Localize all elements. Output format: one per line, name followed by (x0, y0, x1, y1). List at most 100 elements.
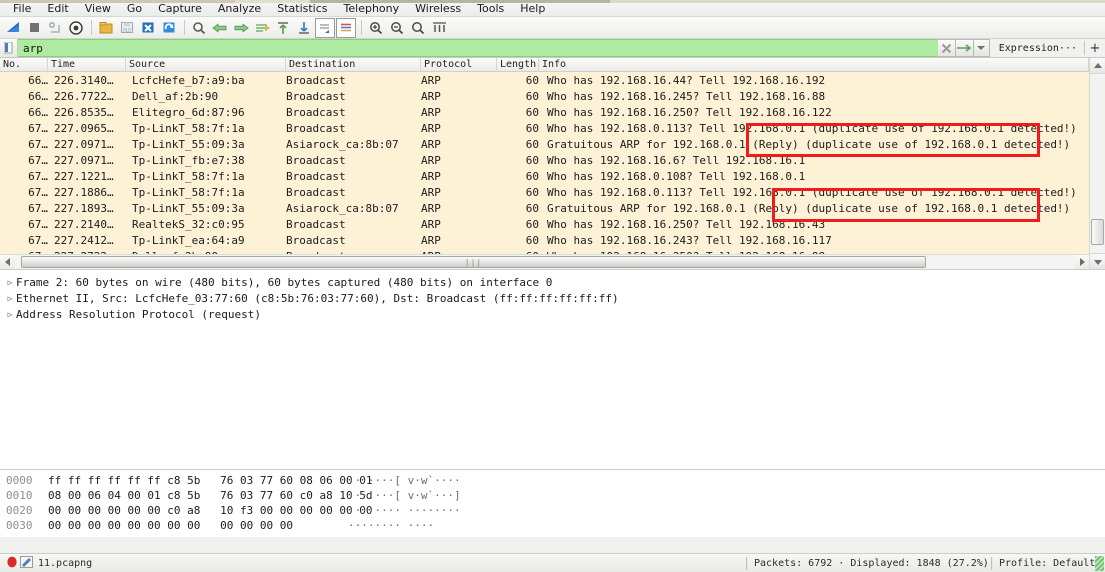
go-last-packet-icon[interactable] (294, 18, 314, 38)
statusbar-divider-2 (991, 556, 993, 570)
clear-filter-icon[interactable] (937, 39, 956, 57)
packet-cell-protocol: ARP (421, 105, 441, 119)
table-row[interactable]: 66… 226.3140… LcfcHefe_b7:a9:ba Broadcast AR… (0, 72, 1089, 88)
column-header-no[interactable]: No. (0, 58, 48, 71)
hex-offset: 0010 (6, 489, 33, 502)
zoom-reset-icon[interactable] (408, 18, 428, 38)
column-header-time[interactable]: Time (48, 58, 126, 71)
scroll-right-arrow-icon[interactable] (1074, 255, 1089, 269)
hex-dump-line[interactable]: 0010 08 00 06 04 00 01 c8 5b 76 03 77 60 … (0, 488, 1105, 503)
packet-cell-info: Who has 192.168.0.108? Tell 192.168.0.1 (547, 169, 806, 183)
close-file-icon[interactable] (138, 18, 158, 38)
save-file-icon[interactable]: OLD (117, 18, 137, 38)
window-resize-grip[interactable] (1095, 556, 1104, 571)
packet-cell-info: Who has 192.168.16.245? Tell 192.168.16.… (547, 89, 826, 103)
column-header-protocol[interactable]: Protocol (421, 58, 497, 71)
table-row[interactable]: 67…227.2722…Dell_af:2b:90BroadcastARP60W… (0, 248, 1089, 254)
capture-options-icon[interactable] (66, 18, 86, 38)
packet-list-horizontal-scrollbar[interactable]: ||| (0, 254, 1089, 269)
open-file-icon[interactable] (96, 18, 116, 38)
column-header-length[interactable]: Length (497, 58, 539, 71)
packet-cell-source: Dell_af:2b:90 (132, 89, 219, 103)
hex-dump-line[interactable]: 0030 00 00 00 00 00 00 00 00 00 00 00 00 ·… (0, 518, 1105, 533)
vscroll-thumb[interactable] (1091, 219, 1104, 245)
expand-triangle-icon[interactable]: ▷ (4, 294, 16, 303)
table-row[interactable]: 67… 227.1886… Tp-LinkT_58:7f:1a Broadcast AR… (0, 184, 1089, 200)
packet-cell-info: Who has 192.168.0.113? Tell 192.168.0.1 … (547, 121, 1077, 135)
table-row[interactable]: 67… 227.0965… Tp-LinkT_58:7f:1a Broadcast AR… (0, 120, 1089, 136)
packet-list-column-headers: No. Time Source Destination Protocol Len… (0, 58, 1089, 72)
hscroll-track[interactable]: ||| (15, 255, 1074, 269)
table-row[interactable]: 67… 227.0971… Tp-LinkT_55:09:3a Asiarock_ca… (0, 136, 1089, 152)
column-header-destination[interactable]: Destination (286, 58, 421, 71)
display-filter-input[interactable] (18, 40, 938, 56)
go-to-packet-icon[interactable] (252, 18, 272, 38)
auto-scroll-icon[interactable] (315, 17, 335, 38)
table-row[interactable]: 67… 227.2140… RealtekS_32:c0:95 Broadcast AR… (0, 216, 1089, 232)
hex-ascii: ········ ········ (348, 504, 461, 517)
toolbar-separator-2 (184, 20, 185, 35)
detail-row-frame[interactable]: ▷ Frame 2: 60 bytes on wire (480 bits), … (4, 274, 1105, 290)
scroll-up-arrow-icon[interactable] (1090, 58, 1105, 74)
table-row[interactable]: 66… 226.7722… Dell_af:2b:90 Broadcast ARP 60 W… (0, 88, 1089, 104)
packet-cell-info: Who has 192.168.16.243? Tell 192.168.16.… (547, 233, 832, 247)
restart-capture-icon[interactable] (45, 18, 65, 38)
go-back-icon[interactable] (210, 18, 230, 38)
packet-cell-destination: Broadcast (286, 250, 421, 255)
packet-cell-protocol: ARP (421, 217, 441, 231)
packet-cell-time: 227.2412… (54, 233, 114, 247)
expand-triangle-icon[interactable]: ▷ (4, 310, 16, 319)
zoom-out-icon[interactable] (387, 18, 407, 38)
table-row[interactable]: 67… 227.1893… Tp-LinkT_55:09:3a Asiarock_ca… (0, 200, 1089, 216)
packet-bytes-pane[interactable]: 0000 ff ff ff ff ff ff c8 5b 76 03 77 60 … (0, 469, 1105, 537)
expert-info-icon[interactable] (20, 555, 38, 571)
toolbar-separator-3 (361, 20, 362, 35)
scroll-down-arrow-icon[interactable] (1090, 253, 1105, 269)
column-header-info[interactable]: Info (539, 58, 1089, 71)
hex-dump-line[interactable]: 0000 ff ff ff ff ff ff c8 5b 76 03 77 60 … (0, 473, 1105, 488)
packet-list-vertical-scrollbar[interactable] (1089, 58, 1105, 269)
table-row[interactable]: 67… 227.2412… Tp-LinkT_ea:64:a9 Broadcast AR… (0, 232, 1089, 248)
capture-stopped-icon[interactable] (6, 556, 20, 571)
find-packet-icon[interactable] (189, 18, 209, 38)
packet-cell-no: 67… (28, 217, 48, 231)
packet-cell-destination: Broadcast (286, 185, 346, 199)
packet-cell-protocol: ARP (421, 169, 441, 183)
scroll-left-arrow-icon[interactable] (0, 255, 15, 269)
column-header-source[interactable]: Source (126, 58, 286, 71)
add-filter-button[interactable]: + (1085, 39, 1105, 57)
packet-cell-no: 66… (28, 73, 48, 87)
detail-row-arp[interactable]: ▷ Address Resolution Protocol (request) (4, 306, 1105, 322)
packet-cell-info: Who has 192.168.0.113? Tell 192.168.0.1 … (547, 185, 1077, 199)
packet-details-pane[interactable]: ▷ Frame 2: 60 bytes on wire (480 bits), … (0, 269, 1105, 469)
packet-cell-protocol: ARP (421, 233, 441, 247)
stop-capture-icon[interactable] (24, 18, 44, 38)
table-row[interactable]: 66… 226.8535… Elitegro_6d:87:96 Broadcast AR… (0, 104, 1089, 120)
start-capture-icon[interactable] (3, 18, 23, 38)
vscroll-track[interactable] (1090, 74, 1105, 253)
apply-filter-arrow-icon[interactable] (955, 39, 974, 57)
go-forward-icon[interactable] (231, 18, 251, 38)
bookmark-icon[interactable] (0, 39, 18, 57)
go-first-packet-icon[interactable] (273, 18, 293, 38)
packet-cell-source: Tp-LinkT_55:09:3a (132, 201, 245, 215)
reload-file-icon[interactable] (159, 18, 179, 38)
hex-dump-line[interactable]: 0020 00 00 00 00 00 00 c0 a8 10 f3 00 00 … (0, 503, 1105, 518)
packet-cell-protocol: ARP (421, 137, 441, 151)
resize-columns-icon[interactable] (429, 18, 449, 38)
status-profile-label[interactable]: Profile: Default (999, 558, 1095, 569)
hex-ascii: ·······[ v·w`···· (348, 474, 461, 487)
zoom-in-icon[interactable] (366, 18, 386, 38)
packet-cell-protocol: ARP (421, 153, 441, 167)
detail-row-ethernet[interactable]: ▷ Ethernet II, Src: LcfcHefe_03:77:60 (c… (4, 290, 1105, 306)
packet-list-rows[interactable]: 66… 226.3140… LcfcHefe_b7:a9:ba Broadcast AR… (0, 72, 1089, 254)
table-row[interactable]: 67… 227.1221… Tp-LinkT_58:7f:1a Broadcast AR… (0, 168, 1089, 184)
display-filter-input-wrap[interactable] (18, 39, 938, 57)
filter-expression-button[interactable]: Expression··· (990, 39, 1084, 57)
status-bar: 11.pcapng Packets: 6792 · Displayed: 184… (0, 553, 1105, 572)
hscroll-thumb[interactable]: ||| (21, 256, 926, 268)
chevron-down-icon[interactable] (973, 39, 990, 57)
table-row[interactable]: 67… 227.0971… Tp-LinkT_fb:e7:38 Broadcast AR… (0, 152, 1089, 168)
colorize-packets-icon[interactable] (336, 17, 356, 38)
expand-triangle-icon[interactable]: ▷ (4, 278, 16, 287)
